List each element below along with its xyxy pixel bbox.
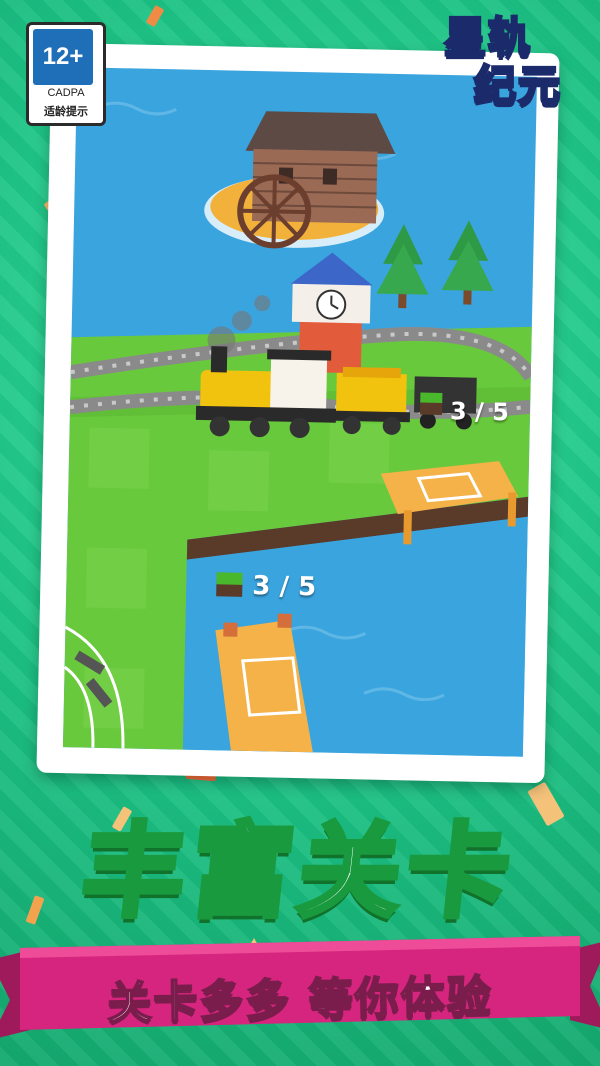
game-scene: 3 / 5 3 / 5	[62, 67, 538, 757]
tree	[376, 224, 429, 309]
grass-block-icon	[419, 392, 443, 415]
counter-label: 3 / 5	[449, 397, 510, 427]
counter-label: 3 / 5	[252, 571, 317, 603]
subheadline: 关卡多多 等你体验	[106, 971, 494, 1031]
tree	[441, 220, 494, 305]
age-rating-label: 12+	[33, 29, 93, 85]
cargo-wagon	[335, 372, 407, 415]
headline: 丰富关卡	[74, 811, 524, 935]
game-logo: 星轨 纪元	[430, 12, 580, 124]
age-rating-org: CADPA	[47, 87, 85, 99]
logo-line-2: 纪元	[473, 60, 563, 111]
grass-block-icon	[216, 572, 243, 597]
age-rating-note: 适龄提示	[44, 105, 88, 118]
mill-roof	[245, 111, 396, 154]
logo-line-1: 星轨	[443, 12, 533, 63]
age-rating-badge: 12+ CADPA 适龄提示	[26, 22, 106, 126]
